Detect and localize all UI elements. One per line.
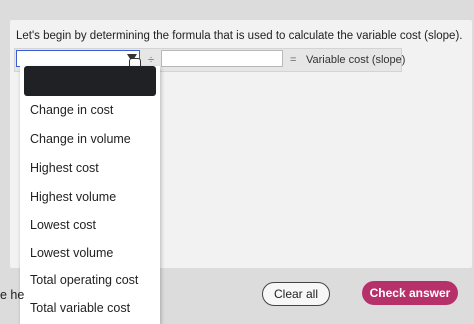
dropdown-option[interactable]: Total operating cost (30, 273, 138, 287)
partial-text: e he (0, 288, 25, 302)
result-label: Variable cost (slope) (306, 54, 406, 66)
dropdown-option[interactable]: Lowest cost (30, 218, 96, 232)
check-answer-button[interactable]: Check answer (362, 281, 458, 305)
dropdown-option[interactable]: Change in cost (30, 103, 113, 117)
dropdown-option[interactable]: Total variable cost (30, 301, 130, 315)
dropdown-option[interactable]: Highest volume (30, 190, 116, 204)
numerator-select[interactable] (16, 50, 140, 67)
dropdown-option[interactable]: Lowest volume (30, 246, 113, 260)
clear-all-button[interactable]: Clear all (262, 282, 330, 306)
equals-sign: = (290, 54, 297, 66)
dropdown-option[interactable]: Change in volume (30, 132, 131, 146)
denominator-select[interactable] (161, 50, 283, 67)
dropdown-header (24, 66, 156, 96)
dropdown-option[interactable]: Highest cost (30, 161, 99, 175)
instruction-text: Let's begin by determining the formula t… (16, 30, 463, 42)
divide-operator: ÷ (148, 54, 155, 66)
dropdown-menu: Change in cost Change in volume Highest … (20, 66, 160, 324)
